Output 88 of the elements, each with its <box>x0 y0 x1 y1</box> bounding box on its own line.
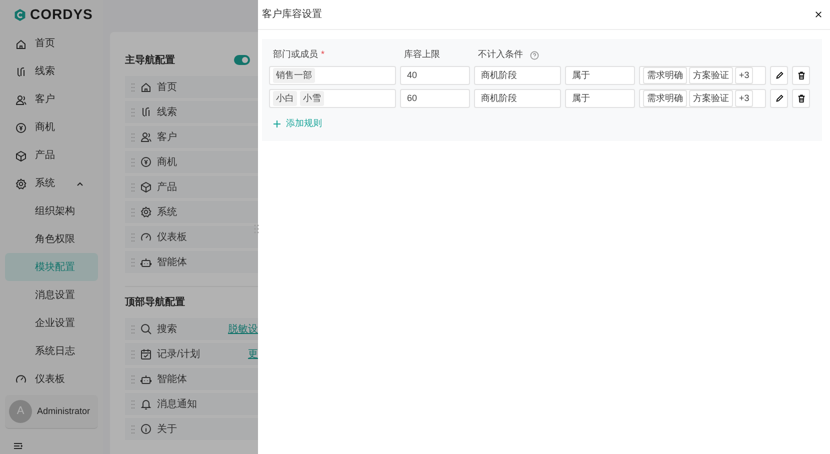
submenu-item[interactable]: 消息设置 <box>5 281 98 310</box>
plus-icon <box>273 120 281 128</box>
user-name: Administrator <box>37 404 90 418</box>
row-label: 仪表板 <box>157 230 187 244</box>
row-label: 客户 <box>157 130 177 144</box>
row-label: 系统 <box>157 206 177 220</box>
submenu-item[interactable]: 系统日志 <box>5 337 98 366</box>
value-select[interactable]: 需求明确 方案验证 +3 <box>639 66 766 85</box>
delete-button[interactable] <box>792 89 810 108</box>
edit-button[interactable] <box>770 66 788 85</box>
column-header: 库容上限 <box>404 48 440 62</box>
nav-item[interactable]: 首页 <box>5 30 98 58</box>
row-label: 关于 <box>157 422 177 436</box>
row-label: 商机 <box>157 156 177 170</box>
gauge-icon <box>15 373 27 386</box>
nav-item[interactable]: 系统 <box>5 170 98 198</box>
column-header: 部门或成员 <box>273 48 318 62</box>
value-tag: 方案验证 <box>689 66 733 84</box>
submenu-item[interactable]: 组织架构 <box>5 198 98 226</box>
field-select[interactable]: 商机阶段 <box>474 66 561 85</box>
row-label: 首页 <box>157 80 177 94</box>
robot-icon <box>140 256 152 268</box>
more-tag: +3 <box>735 66 754 84</box>
cube-icon <box>140 181 152 193</box>
delete-button[interactable] <box>792 66 810 85</box>
logo-text: CORDYS <box>30 5 93 24</box>
trash-icon <box>796 71 806 80</box>
pencil-icon <box>774 94 784 103</box>
info-icon <box>140 423 152 435</box>
bell-icon <box>140 398 152 410</box>
value-tag: 方案验证 <box>689 90 733 108</box>
nav-item[interactable]: 产品 <box>5 142 98 170</box>
user-icon <box>140 131 152 143</box>
branch-icon <box>140 106 152 118</box>
more-tag: +3 <box>735 90 754 108</box>
drawer-title: 客户库容设置 <box>262 8 322 22</box>
value-tag: 需求明确 <box>643 66 687 84</box>
search-icon <box>140 323 152 335</box>
value-select[interactable]: 需求明确 方案验证 +3 <box>639 89 766 108</box>
close-button[interactable] <box>815 11 822 18</box>
row-label: 产品 <box>157 180 177 194</box>
submenu-item[interactable]: 企业设置 <box>5 309 98 338</box>
home-icon <box>15 38 27 50</box>
pencil-icon <box>774 71 784 80</box>
row-label: 记录/计划 <box>157 348 200 362</box>
coin-icon <box>140 156 152 168</box>
member-select[interactable]: 销售一部 <box>269 66 396 85</box>
toggle-switch[interactable] <box>234 55 250 65</box>
gear-icon <box>140 206 152 218</box>
nav-item[interactable]: 仪表板 <box>5 365 98 394</box>
section-title: 主导航配置 <box>125 53 175 68</box>
row-label: 智能体 <box>157 372 187 386</box>
member-tag: 销售一部 <box>273 68 315 84</box>
limit-input[interactable]: 40 <box>400 66 470 85</box>
robot-icon <box>140 373 152 385</box>
coin-icon <box>15 122 27 134</box>
required-mark: * <box>321 48 325 62</box>
row-label: 智能体 <box>157 256 187 270</box>
nav-item[interactable]: 商机 <box>5 114 98 142</box>
user-icon <box>15 94 27 106</box>
cube-icon <box>15 150 27 162</box>
nav-item[interactable]: 客户 <box>5 86 98 114</box>
close-icon <box>815 11 822 18</box>
value-tag: 需求明确 <box>643 90 687 108</box>
row-label: 搜索 <box>157 322 177 336</box>
field-select[interactable]: 商机阶段 <box>474 89 561 108</box>
limit-input[interactable]: 60 <box>400 89 470 108</box>
trash-icon <box>796 94 806 103</box>
operator-select[interactable]: 属于 <box>565 89 635 108</box>
calendar-icon <box>140 348 152 360</box>
edit-button[interactable] <box>770 89 788 108</box>
section-title: 顶部导航配置 <box>125 295 185 310</box>
submenu-item[interactable]: 角色权限 <box>5 225 98 254</box>
row-label: 消息通知 <box>157 398 197 412</box>
nav-item[interactable]: 线索 <box>5 58 98 86</box>
resize-handle-icon <box>254 224 259 234</box>
collapse-icon[interactable] <box>13 441 23 452</box>
member-tag: 小白 <box>273 90 297 106</box>
member-tag: 小雪 <box>300 90 324 106</box>
gear-icon <box>15 178 27 190</box>
logo-icon <box>13 8 27 22</box>
member-select[interactable]: 小白 小雪 <box>269 89 396 108</box>
row-label: 线索 <box>157 106 177 120</box>
branch-icon <box>15 66 27 78</box>
column-header: 不计入条件 <box>478 48 523 62</box>
gauge-icon <box>140 231 152 243</box>
home-icon <box>140 81 152 93</box>
operator-select[interactable]: 属于 <box>565 66 635 85</box>
